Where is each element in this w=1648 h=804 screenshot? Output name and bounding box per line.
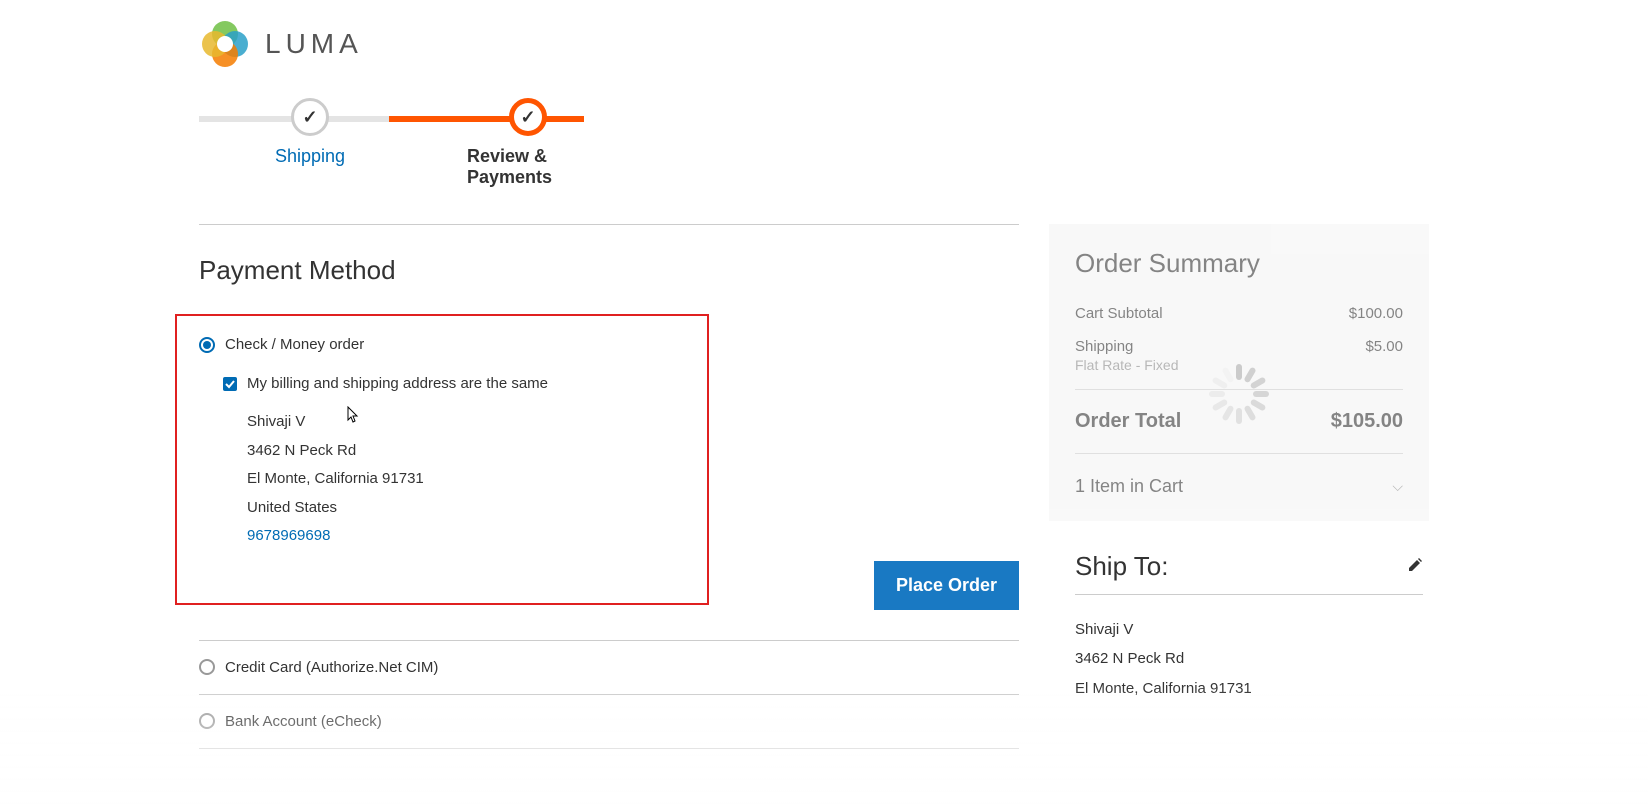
step-review-label: Review & Payments — [467, 146, 589, 188]
payment-option-bank-echeck-label: Bank Account (eCheck) — [225, 713, 382, 730]
billing-phone[interactable]: 9678969698 — [247, 522, 685, 551]
brand-name: LUMA — [265, 28, 363, 60]
edit-icon[interactable] — [1407, 557, 1423, 576]
check-icon: ✓ — [520, 107, 535, 128]
payment-option-check-money-label: Check / Money order — [225, 336, 364, 353]
ship-to-street: 3462 N Peck Rd — [1075, 644, 1423, 673]
checkout-progress: ✓ Shipping ✓ Review & Payments — [199, 98, 589, 178]
billing-same-checkbox[interactable]: My billing and shipping address are the … — [223, 375, 685, 392]
summary-divider — [1075, 453, 1403, 454]
chevron-down-icon: ⌵ — [1392, 478, 1403, 495]
billing-name: Shivaji V — [247, 408, 685, 437]
step-shipping[interactable]: ✓ Shipping — [275, 98, 345, 167]
summary-subtotal-label: Cart Subtotal — [1075, 305, 1163, 322]
summary-total-value: $105.00 — [1331, 410, 1403, 433]
payment-option-check-money[interactable]: Check / Money order — [199, 336, 685, 357]
place-order-button[interactable]: Place Order — [874, 561, 1019, 610]
ship-to-city-state-zip: El Monte, California 91731 — [1075, 674, 1423, 703]
billing-address: Shivaji V 3462 N Peck Rd El Monte, Calif… — [223, 408, 685, 551]
radio-unselected-icon — [199, 713, 215, 729]
order-summary-title: Order Summary — [1075, 248, 1403, 279]
brand-logo[interactable]: LUMA — [199, 18, 1449, 70]
radio-unselected-icon — [199, 659, 215, 675]
luma-logo-icon — [199, 18, 251, 70]
billing-street: 3462 N Peck Rd — [247, 437, 685, 466]
billing-country: United States — [247, 494, 685, 523]
header: LUMA ✓ Shipping ✓ Review & Payments — [199, 0, 1449, 186]
summary-subtotal-row: Cart Subtotal $100.00 — [1075, 297, 1403, 330]
step-shipping-label[interactable]: Shipping — [275, 146, 345, 167]
payment-option-credit-card-label: Credit Card (Authorize.Net CIM) — [225, 659, 438, 676]
billing-same-label: My billing and shipping address are the … — [247, 375, 548, 392]
ship-to-panel: Ship To: Shivaji V 3462 N Peck Rd El Mon… — [1049, 551, 1449, 703]
payment-method-title: Payment Method — [199, 255, 1019, 286]
ship-to-address: Shivaji V 3462 N Peck Rd El Monte, Calif… — [1075, 615, 1423, 703]
progress-line-review — [389, 116, 584, 122]
items-in-cart-toggle[interactable]: 1 Item in Cart ⌵ — [1075, 460, 1403, 503]
summary-shipping-value: $5.00 — [1365, 338, 1403, 355]
payment-option-bank-echeck[interactable]: Bank Account (eCheck) — [199, 695, 1019, 749]
step-shipping-circle: ✓ — [291, 98, 329, 136]
check-icon: ✓ — [302, 107, 317, 128]
summary-total-label: Order Total — [1075, 410, 1181, 433]
summary-shipping-label: Shipping — [1075, 338, 1133, 355]
items-in-cart-label: 1 Item in Cart — [1075, 476, 1183, 497]
section-divider — [199, 224, 1019, 225]
step-review: ✓ Review & Payments — [467, 98, 589, 188]
checkbox-checked-icon — [223, 377, 237, 391]
billing-city-state-zip: El Monte, California 91731 — [247, 465, 685, 494]
step-review-circle: ✓ — [509, 98, 547, 136]
ship-to-title: Ship To: — [1075, 551, 1168, 582]
loading-spinner-icon — [1209, 364, 1269, 424]
summary-subtotal-value: $100.00 — [1349, 305, 1403, 322]
order-summary-panel: Order Summary Cart Subtotal $100.00 Ship… — [1049, 224, 1429, 521]
ship-to-name: Shivaji V — [1075, 615, 1423, 644]
payment-check-money-panel: Check / Money order My billing and shipp… — [175, 314, 709, 605]
payment-option-credit-card[interactable]: Credit Card (Authorize.Net CIM) — [199, 640, 1019, 695]
radio-selected-icon — [199, 337, 215, 353]
